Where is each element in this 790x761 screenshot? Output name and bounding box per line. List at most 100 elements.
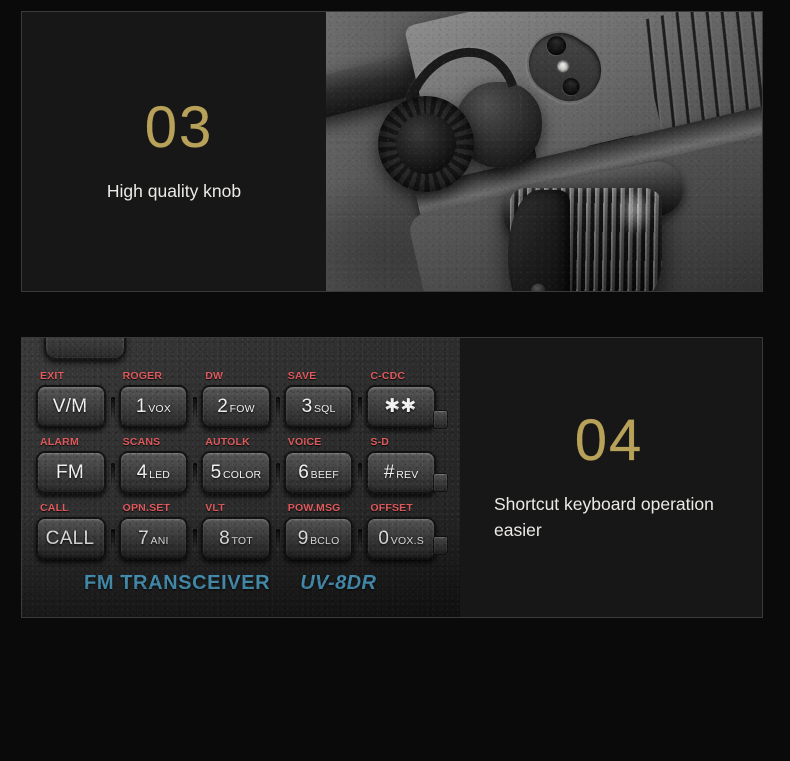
key-function-label: OFFSET xyxy=(370,502,413,514)
key-main-label: CALL xyxy=(45,527,95,549)
key-cell-vm: EXIT V/M xyxy=(36,370,115,428)
keypad-product-photo: EXIT V/M ROGER 1 VOX DW 2 FOW SAVE 3 SQL… xyxy=(22,338,460,617)
key-separator-slot xyxy=(110,397,115,419)
keypad-key-8[interactable]: 8 TOT xyxy=(201,517,271,560)
key-separator-slot xyxy=(358,529,363,551)
port-hole-middle xyxy=(555,57,572,75)
key-sub-label: BCLO xyxy=(310,534,340,547)
brand-model-label: UV-8DR xyxy=(300,572,377,594)
key-cell-fm: ALARM FM xyxy=(36,436,115,494)
key-main-label: 8 xyxy=(219,527,230,549)
key-separator-slot xyxy=(275,463,280,485)
side-tab-group xyxy=(433,410,448,599)
brand-type-label: FM TRANSCEIVER xyxy=(84,572,271,594)
keypad-key-call[interactable]: CALL xyxy=(36,517,106,560)
key-cell-7: OPN.SET 7 ANI xyxy=(118,502,198,560)
key-main-label: 9 xyxy=(297,527,309,549)
key-cell-star: C-CDC ✱✱ xyxy=(366,370,436,428)
key-sub-label: VOX xyxy=(148,402,171,415)
cropped-top-button-shape xyxy=(44,338,126,360)
key-function-label: DW xyxy=(205,370,224,382)
keypad-key-7[interactable]: 7 ANI xyxy=(118,517,189,560)
key-main-label: 2 xyxy=(217,395,229,417)
keypad-key-fm[interactable]: FM xyxy=(36,451,106,494)
key-main-label: V/M xyxy=(52,395,88,417)
keypad-row: ALARM FM SCANS 4 LED AUTOLK 5 COLOR VOIC… xyxy=(36,436,436,494)
key-function-label: SAVE xyxy=(287,370,317,382)
key-main-label: # xyxy=(383,461,395,483)
keypad-grid: EXIT V/M ROGER 1 VOX DW 2 FOW SAVE 3 SQL… xyxy=(36,370,436,568)
key-cell-hash: S-D # REV xyxy=(366,436,436,494)
speaker-grille-shape xyxy=(304,338,424,348)
key-cell-0: OFFSET 0 VOX.S xyxy=(366,502,436,560)
ridged-plug-shape xyxy=(378,96,474,192)
port-hole-lower xyxy=(559,74,583,99)
key-main-label: ✱✱ xyxy=(384,396,417,417)
key-separator-slot xyxy=(193,463,198,485)
knob-end-cap-shape xyxy=(508,190,570,291)
key-function-label: AUTOLK xyxy=(205,436,250,448)
keypad-row: CALL CALL OPN.SET 7 ANI VLT 8 TOT POW.MS… xyxy=(36,502,436,560)
side-tab xyxy=(433,536,448,555)
keypad-key-0[interactable]: 0 VOX.S xyxy=(366,517,436,560)
keypad-key-vm[interactable]: V/M xyxy=(36,385,106,428)
key-sub-label: COLOR xyxy=(223,468,262,481)
keypad-key-5[interactable]: 5 COLOR xyxy=(201,451,271,494)
key-separator-slot xyxy=(358,463,363,485)
key-function-label: EXIT xyxy=(40,370,65,382)
key-function-label: SCANS xyxy=(122,436,161,448)
key-cell-6: VOICE 6 BEEF xyxy=(283,436,363,494)
key-function-label: POW.MSG xyxy=(287,502,341,514)
keypad-key-1[interactable]: 1 VOX xyxy=(118,385,189,428)
keypad-key-9[interactable]: 9 BCLO xyxy=(283,517,354,560)
keypad-key-hash[interactable]: # REV xyxy=(366,451,436,494)
key-cell-1: ROGER 1 VOX xyxy=(118,370,198,428)
knob-product-photo xyxy=(326,12,762,291)
knob-highlight-shape xyxy=(618,192,652,236)
key-separator-slot xyxy=(358,397,363,419)
feature-panel-04: EXIT V/M ROGER 1 VOX DW 2 FOW SAVE 3 SQL… xyxy=(21,337,763,618)
port-hole-upper xyxy=(543,32,570,59)
key-main-label: 5 xyxy=(210,461,222,483)
key-cell-2: DW 2 FOW xyxy=(201,370,280,428)
key-function-label: ALARM xyxy=(40,436,79,448)
key-sub-label: BEEF xyxy=(310,468,339,481)
key-sub-label: SQL xyxy=(313,402,336,415)
brand-strip: FM TRANSCEIVER UV-8DR xyxy=(84,572,376,595)
key-sub-label: VOX.S xyxy=(390,534,424,547)
key-separator-slot xyxy=(110,529,115,551)
key-main-label: FM xyxy=(56,461,85,483)
panel-04-text-block: 04 Shortcut keyboard operation easier xyxy=(460,338,762,617)
key-main-label: 7 xyxy=(138,527,150,549)
key-separator-slot xyxy=(193,397,198,419)
key-main-label: 6 xyxy=(298,461,310,483)
key-separator-slot xyxy=(275,397,280,419)
side-tab xyxy=(433,410,448,429)
key-cell-8: VLT 8 TOT xyxy=(201,502,280,560)
panel-03-caption: High quality knob xyxy=(106,180,242,201)
keypad-key-6[interactable]: 6 BEEF xyxy=(283,451,354,494)
key-main-label: 4 xyxy=(136,461,148,483)
feature-panel-03: 03 High quality knob xyxy=(21,11,763,292)
panel-04-number: 04 xyxy=(574,408,644,474)
key-sub-label: REV xyxy=(396,468,419,481)
key-sub-label: TOT xyxy=(231,534,253,547)
panel-03-number: 03 xyxy=(144,94,214,160)
keypad-key-3[interactable]: 3 SQL xyxy=(283,385,354,428)
keypad-key-star[interactable]: ✱✱ xyxy=(366,385,436,428)
key-separator-slot xyxy=(193,529,198,551)
key-separator-slot xyxy=(110,463,115,485)
key-function-label: C-CDC xyxy=(370,370,406,382)
key-function-label: ROGER xyxy=(122,370,163,382)
key-cell-4: SCANS 4 LED xyxy=(118,436,198,494)
key-function-label: S-D xyxy=(370,436,390,448)
key-function-label: VOICE xyxy=(287,436,322,448)
panel-03-text-block: 03 High quality knob xyxy=(22,12,326,291)
keypad-key-2[interactable]: 2 FOW xyxy=(201,385,271,428)
key-separator-slot xyxy=(275,529,280,551)
side-tab xyxy=(433,473,448,492)
key-main-label: 0 xyxy=(378,527,390,549)
key-function-label: CALL xyxy=(40,502,69,514)
keypad-key-4[interactable]: 4 LED xyxy=(118,451,189,494)
panel-04-caption: Shortcut keyboard operation easier xyxy=(494,494,714,540)
